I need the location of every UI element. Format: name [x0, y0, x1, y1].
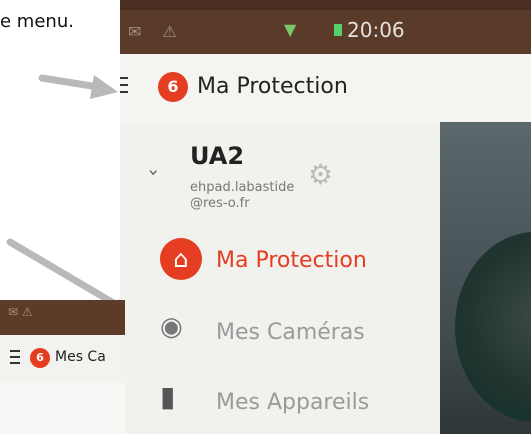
- phone-screen: ✉ ⚠ ▼ 20:06 6 Ma Protection › UA2 ehpad.…: [120, 0, 531, 434]
- nav-item-label: Mes Caméras: [216, 320, 365, 345]
- navigation-drawer: › UA2 ehpad.labastide@res-o.fr ⚙ ⌂ Ma Pr…: [120, 122, 440, 434]
- account-name: UA2: [190, 142, 245, 170]
- account-header[interactable]: › UA2 ehpad.labastide@res-o.fr ⚙: [120, 122, 440, 232]
- nav-item-ma-protection[interactable]: ⌂ Ma Protection: [160, 238, 420, 288]
- app-bar: 6 Ma Protection: [120, 54, 531, 122]
- hamburger-menu-icon[interactable]: [120, 77, 128, 93]
- home-icon: ⌂: [160, 238, 202, 280]
- caption: e menu.: [0, 0, 115, 40]
- status-bar: ✉ ⚠ ▼ 20:06: [120, 10, 531, 54]
- chevron-right-icon[interactable]: ›: [143, 169, 164, 176]
- notification-icons: ✉ ⚠: [128, 22, 185, 41]
- hamburger-menu-icon[interactable]: [10, 350, 20, 368]
- nav-item-mes-cameras[interactable]: ◉ Mes Caméras: [160, 310, 420, 360]
- plug-icon: ▮: [160, 380, 176, 413]
- camera-preview: [440, 122, 531, 434]
- status-time: 20:06: [347, 18, 405, 42]
- brand-logo: 6: [158, 72, 188, 102]
- inset-screenshot: ✉ ⚠ 6 Mes Ca: [0, 300, 125, 434]
- gear-icon[interactable]: ⚙: [308, 158, 333, 191]
- inset-title: Mes Ca: [55, 349, 106, 365]
- account-email: ehpad.labastide@res-o.fr: [190, 180, 295, 211]
- nav-item-label: Mes Appareils: [216, 390, 370, 415]
- eye-icon: ◉: [160, 312, 183, 342]
- inset-status-bar: ✉ ⚠: [0, 300, 125, 335]
- wifi-icon: ▼: [284, 20, 297, 39]
- app-title: Ma Protection: [197, 74, 348, 99]
- inset-body: [0, 383, 125, 434]
- brand-logo: 6: [30, 348, 50, 368]
- inset-app-bar: 6 Mes Ca: [0, 335, 125, 383]
- caption-line-2: e menu.: [0, 11, 74, 32]
- nav-item-label: Ma Protection: [216, 248, 367, 273]
- nav-item-mes-appareils[interactable]: ▮ Mes Appareils: [160, 380, 420, 430]
- battery-icon: [334, 24, 342, 36]
- camera-image: [455, 232, 531, 422]
